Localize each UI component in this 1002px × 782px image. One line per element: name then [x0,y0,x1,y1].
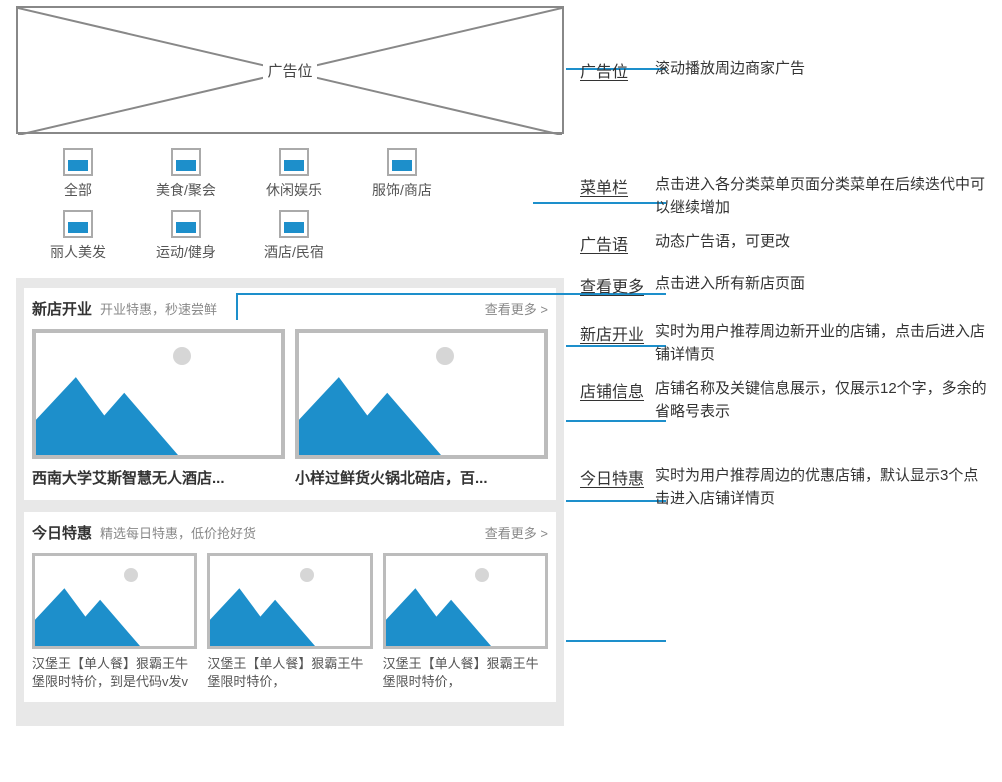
callout-text: 实时为用户推荐周边新开业的店铺，点击后进入店铺详情页 [655,321,990,366]
callout-text: 滚动播放周边商家广告 [655,58,990,82]
callout-key: 广告语 [580,231,655,255]
callout-key: 菜单栏 [580,174,655,219]
image-icon [279,210,309,238]
callout-key: 广告位 [580,58,655,82]
image-placeholder-icon [383,553,548,649]
see-more-link[interactable]: 查看更多 > [485,523,548,542]
category-item-beauty[interactable]: 丽人美发 [24,210,132,262]
today-deal-card[interactable]: 汉堡王【单人餐】狠霸王牛堡限时特价， [383,553,548,690]
category-item-food[interactable]: 美食/聚会 [132,148,240,200]
image-icon [171,148,201,176]
section-subtitle: 精选每日特惠，低价抢好货 [100,523,485,542]
category-label: 服饰/商店 [348,180,456,200]
image-icon [63,210,93,238]
new-open-card[interactable]: 小样过鲜货火锅北碚店，百... [295,329,548,488]
section-subtitle: 开业特惠，秒速尝鲜 [100,299,485,318]
category-grid: 全部 美食/聚会 休闲娱乐 服饰/商店 丽人美发 运动/健身 酒店/民宿 [16,148,564,272]
section-header: 今日特惠 精选每日特惠，低价抢好货 查看更多 > [32,522,548,543]
image-placeholder-icon [295,329,548,459]
card-caption: 汉堡王【单人餐】狠霸王牛堡限时特价， [207,655,372,690]
callout-key: 店铺信息 [580,378,655,423]
section-title: 新店开业 [32,298,92,319]
content-board: 新店开业 开业特惠，秒速尝鲜 查看更多 > 西南大学艾斯智慧无人酒店... [16,278,564,726]
category-label: 美食/聚会 [132,180,240,200]
callout-shop: 店铺信息 店铺名称及关键信息展示，仅展示12个字，多余的省略号表示 [580,378,990,423]
callouts-panel: 广告位 滚动播放周边商家广告 菜单栏 点击进入各分类菜单页面分类菜单在后续迭代中… [580,0,990,522]
today-deal-card[interactable]: 汉堡王【单人餐】狠霸王牛堡限时特价， [207,553,372,690]
image-icon [279,148,309,176]
callout-menu: 菜单栏 点击进入各分类菜单页面分类菜单在后续迭代中可以继续增加 [580,174,990,219]
category-label: 丽人美发 [24,242,132,262]
category-label: 休闲娱乐 [240,180,348,200]
ad-slot-label: 广告位 [263,60,316,81]
leader-line-icon [566,640,666,642]
callout-ad: 广告位 滚动播放周边商家广告 [580,58,990,82]
new-open-card[interactable]: 西南大学艾斯智慧无人酒店... [32,329,285,488]
app-mock: 广告位 全部 美食/聚会 休闲娱乐 服饰/商店 丽人美发 运动/健身 [16,6,564,726]
image-icon [63,148,93,176]
category-item-hotel[interactable]: 酒店/民宿 [240,210,348,262]
image-placeholder-icon [32,553,197,649]
category-label: 运动/健身 [132,242,240,262]
category-item-shop[interactable]: 服饰/商店 [348,148,456,200]
image-icon [387,148,417,176]
image-placeholder-icon [32,329,285,459]
image-placeholder-icon [207,553,372,649]
callout-key: 查看更多 [580,273,655,297]
section-title: 今日特惠 [32,522,92,543]
image-icon [171,210,201,238]
card-caption: 汉堡王【单人餐】狠霸王牛堡限时特价，到是代码v发v [32,655,197,690]
section-today-deal: 今日特惠 精选每日特惠，低价抢好货 查看更多 > 汉堡王【单人餐】狠霸王牛堡限时… [24,512,556,702]
section-new-open: 新店开业 开业特惠，秒速尝鲜 查看更多 > 西南大学艾斯智慧无人酒店... [24,288,556,500]
see-more-link[interactable]: 查看更多 > [485,299,548,318]
callout-newopen: 新店开业 实时为用户推荐周边新开业的店铺，点击后进入店铺详情页 [580,321,990,366]
callout-text: 点击进入各分类菜单页面分类菜单在后续迭代中可以继续增加 [655,174,990,219]
ad-slot[interactable]: 广告位 [16,6,564,134]
callout-text: 动态广告语，可更改 [655,231,990,255]
category-label: 全部 [24,180,132,200]
category-item-all[interactable]: 全部 [24,148,132,200]
today-deal-card[interactable]: 汉堡王【单人餐】狠霸王牛堡限时特价，到是代码v发v [32,553,197,690]
callout-key: 新店开业 [580,321,655,366]
callout-slogan: 广告语 动态广告语，可更改 [580,231,990,255]
callout-more: 查看更多 点击进入所有新店页面 [580,273,990,297]
callout-today: 今日特惠 实时为用户推荐周边的优惠店铺，默认显示3个点击进入店铺详情页 [580,465,990,510]
category-item-sport[interactable]: 运动/健身 [132,210,240,262]
callout-text: 点击进入所有新店页面 [655,273,990,297]
callout-key: 今日特惠 [580,465,655,510]
category-label: 酒店/民宿 [240,242,348,262]
callout-text: 实时为用户推荐周边的优惠店铺，默认显示3个点击进入店铺详情页 [655,465,990,510]
card-caption: 小样过鲜货火锅北碚店，百... [295,467,548,488]
category-item-leisure[interactable]: 休闲娱乐 [240,148,348,200]
section-header: 新店开业 开业特惠，秒速尝鲜 查看更多 > [32,298,548,319]
card-caption: 西南大学艾斯智慧无人酒店... [32,467,285,488]
card-caption: 汉堡王【单人餐】狠霸王牛堡限时特价， [383,655,548,690]
callout-text: 店铺名称及关键信息展示，仅展示12个字，多余的省略号表示 [655,378,990,423]
